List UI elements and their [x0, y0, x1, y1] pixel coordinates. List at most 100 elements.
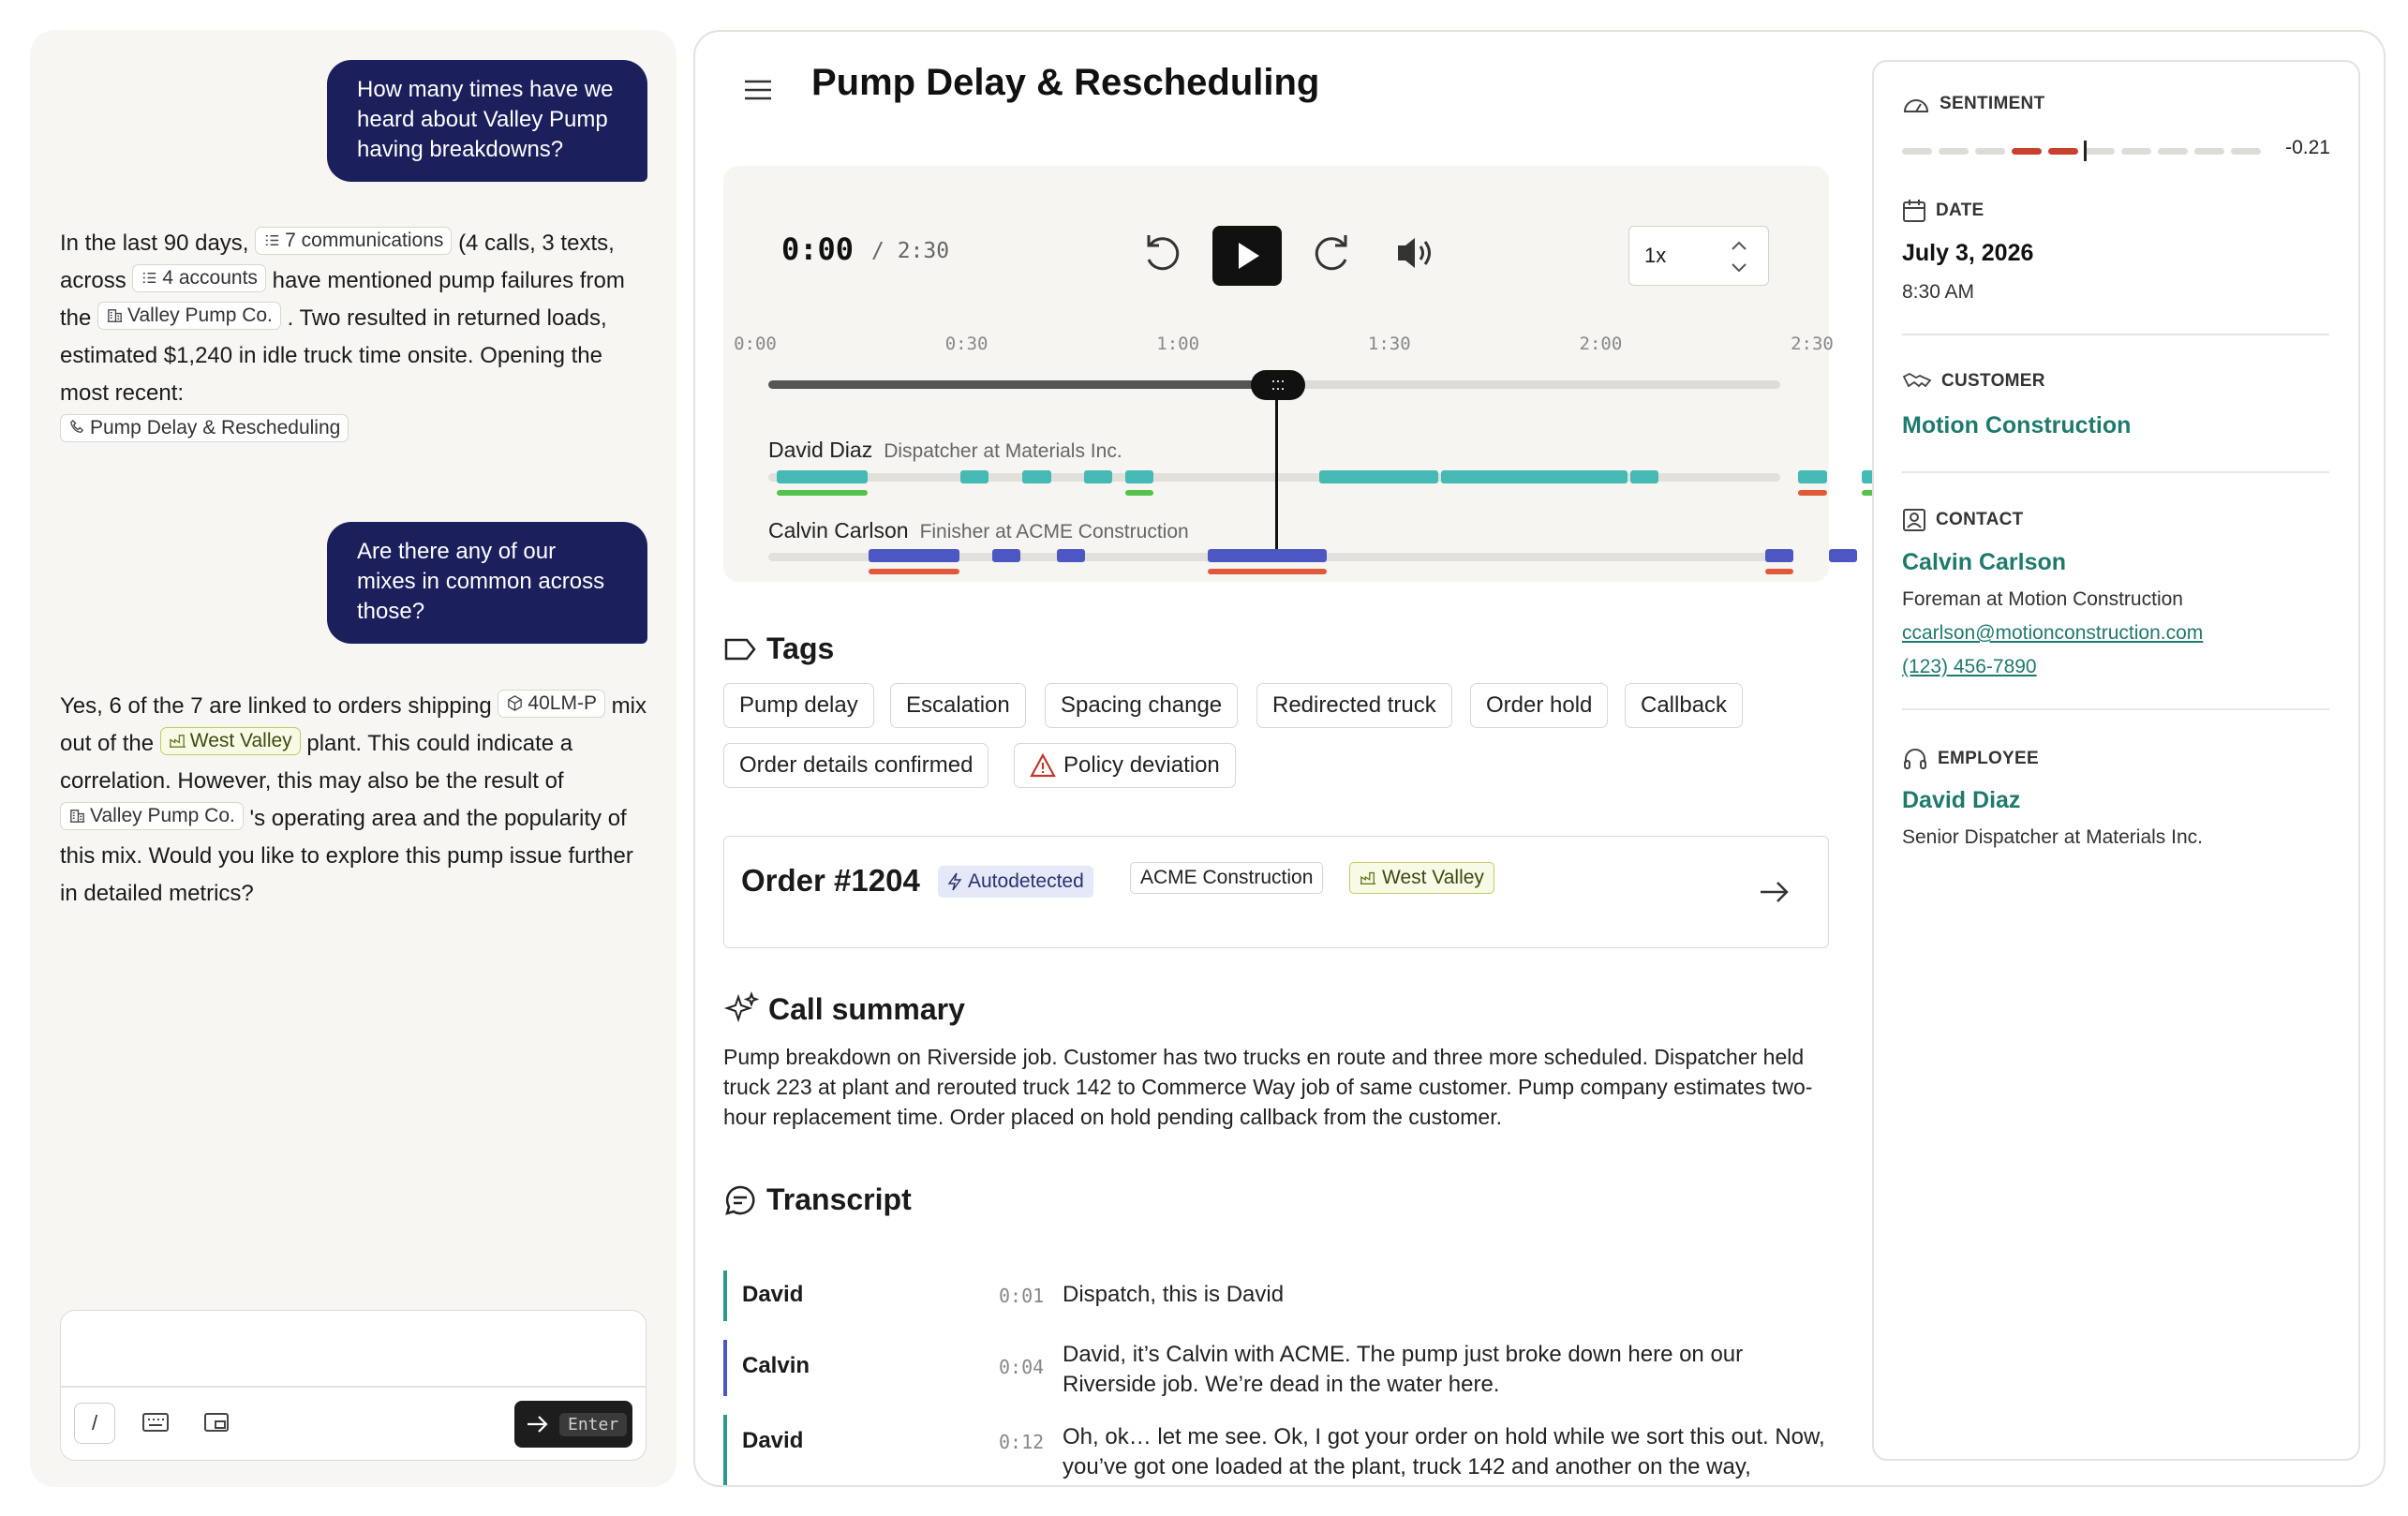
segment-marker: [777, 490, 868, 496]
timeline-tick: 2:30: [1791, 334, 1834, 354]
transcript-timestamp[interactable]: 0:04: [999, 1356, 1044, 1378]
speech-segment[interactable]: [1125, 470, 1153, 483]
send-button[interactable]: Enter: [514, 1401, 632, 1448]
playback-speed-select[interactable]: 1x: [1628, 226, 1769, 286]
user-message-text: Are there any of our mixes in common acr…: [357, 539, 605, 624]
speech-segment[interactable]: [1441, 470, 1628, 483]
speech-segment[interactable]: [1765, 549, 1793, 562]
plant-badge[interactable]: West Valley: [1349, 862, 1494, 894]
contact-phone-link[interactable]: (123) 456-7890: [1902, 656, 2037, 678]
label-text: SENTIMENT: [1940, 94, 2045, 113]
divider: [1902, 708, 2329, 710]
tag-callback[interactable]: Callback: [1625, 683, 1744, 728]
label-text: CUSTOMER: [1941, 371, 2045, 391]
tag-order-hold[interactable]: Order hold: [1470, 683, 1609, 728]
label-text: DATE: [1936, 201, 1984, 220]
speech-segment[interactable]: [777, 470, 868, 483]
playhead-handle[interactable]: :::: [1251, 370, 1305, 400]
contact-card-icon: [1903, 509, 1925, 531]
contact-title: Foreman at Motion Construction: [1902, 588, 2183, 610]
company-chip[interactable]: Valley Pump Co.: [97, 301, 281, 330]
picture-in-picture-icon[interactable]: [203, 1410, 230, 1434]
chip-label: West Valley: [189, 729, 292, 751]
call-summary-heading: Call summary: [723, 991, 965, 1027]
communications-chip[interactable]: 7 communications: [255, 226, 453, 255]
arrow-right-icon[interactable]: [1759, 878, 1791, 906]
speech-segment[interactable]: [1798, 470, 1827, 483]
sentiment-segment: [2012, 148, 2042, 155]
customer-name[interactable]: Motion Construction: [1902, 412, 2131, 439]
menu-icon[interactable]: [742, 77, 774, 103]
current-time: 0:00: [781, 231, 855, 267]
transcript-row[interactable]: Calvin 0:04 David, it’s Calvin with ACME…: [723, 1340, 1829, 1397]
user-message-text: How many times have we heard about Valle…: [357, 77, 614, 162]
timeline-remaining[interactable]: [1271, 380, 1780, 389]
speech-segment[interactable]: [992, 549, 1020, 562]
reply-text: In the last 90 days,: [60, 230, 249, 256]
assistant-message: Yes, 6 of the 7 are linked to orders shi…: [60, 688, 648, 913]
tag-label: Order hold: [1486, 692, 1593, 718]
divider: [1902, 471, 2329, 473]
sentiment-segment: [2121, 148, 2151, 155]
company-chip[interactable]: Valley Pump Co.: [60, 801, 244, 830]
chevron-up-down-icon: [1732, 241, 1747, 273]
list-icon: [143, 272, 156, 284]
tag-redirected-truck[interactable]: Redirected truck: [1256, 683, 1452, 728]
enter-key-hint: Enter: [559, 1412, 628, 1436]
speech-segment[interactable]: [1057, 549, 1085, 562]
transcript-row[interactable]: David 0:12 Oh, ok… let me see. Ok, I got…: [723, 1415, 1829, 1485]
segment-marker: [1208, 569, 1327, 574]
employee-title: Senior Dispatcher at Materials Inc.: [1902, 826, 2203, 848]
rewind-icon[interactable]: [1137, 228, 1184, 278]
contact-name[interactable]: Calvin Carlson: [1902, 549, 2066, 576]
transcript-timestamp[interactable]: 0:12: [999, 1431, 1044, 1453]
message-composer[interactable]: / Enter: [60, 1310, 647, 1461]
speaker-1-track: [768, 473, 1780, 482]
transcript-row[interactable]: David 0:01 Dispatch, this is David: [723, 1271, 1829, 1321]
factory-icon: [169, 735, 186, 748]
speech-segment[interactable]: [1829, 549, 1857, 562]
call-chip[interactable]: Pump Delay & Rescheduling: [60, 413, 349, 442]
tag-spacing-change[interactable]: Spacing change: [1045, 683, 1239, 728]
speech-segment[interactable]: [1208, 549, 1327, 562]
plant-chip[interactable]: West Valley: [159, 726, 301, 755]
speech-segment[interactable]: [1319, 470, 1438, 483]
keyboard-icon[interactable]: [141, 1410, 170, 1434]
slash-command-button[interactable]: /: [74, 1403, 115, 1444]
tag-order-details-confirmed[interactable]: Order details confirmed: [723, 743, 989, 788]
transcript-heading: Transcript: [723, 1182, 912, 1217]
speech-segment[interactable]: [1022, 470, 1051, 483]
customer-badge[interactable]: ACME Construction: [1130, 862, 1324, 894]
transcript-heading-text: Transcript: [766, 1182, 912, 1216]
speech-segment[interactable]: [1084, 470, 1112, 483]
timeline-tick: 2:00: [1579, 334, 1623, 354]
tag-escalation[interactable]: Escalation: [890, 683, 1026, 728]
segment-marker: [869, 569, 959, 574]
transcript-timestamp[interactable]: 0:01: [999, 1285, 1044, 1307]
speech-segment[interactable]: [960, 470, 988, 483]
call-time: 8:30 AM: [1902, 281, 1975, 303]
accounts-chip[interactable]: 4 accounts: [132, 263, 266, 292]
transcript-speaker: David: [742, 1282, 804, 1307]
building-icon: [107, 309, 123, 322]
contact-email-link[interactable]: ccarlson@motionconstruction.com: [1902, 622, 2203, 645]
forward-icon[interactable]: [1310, 228, 1357, 278]
play-button[interactable]: [1212, 226, 1282, 286]
tag-policy-deviation[interactable]: Policy deviation: [1014, 743, 1236, 788]
date-label: DATE: [1902, 199, 1984, 223]
chip-label: 40LM-P: [528, 691, 597, 714]
cube-icon: [508, 695, 523, 711]
speech-segment[interactable]: [869, 549, 959, 562]
timeline-progress[interactable]: [768, 380, 1271, 389]
handle-glyph: :::: [1271, 375, 1286, 394]
chip-label: 4 accounts: [162, 266, 258, 289]
transcript-speaker: David: [742, 1428, 804, 1453]
segment-marker: [1765, 569, 1793, 574]
order-card[interactable]: Order #1204 Autodetected ACME Constructi…: [723, 836, 1829, 948]
volume-icon[interactable]: [1394, 228, 1437, 278]
speech-segment[interactable]: [1630, 470, 1658, 483]
sparkle-icon: [723, 991, 759, 1023]
employee-name[interactable]: David Diaz: [1902, 787, 2020, 814]
mix-chip[interactable]: 40LM-P: [498, 689, 605, 718]
tag-pump-delay[interactable]: Pump delay: [723, 683, 874, 728]
